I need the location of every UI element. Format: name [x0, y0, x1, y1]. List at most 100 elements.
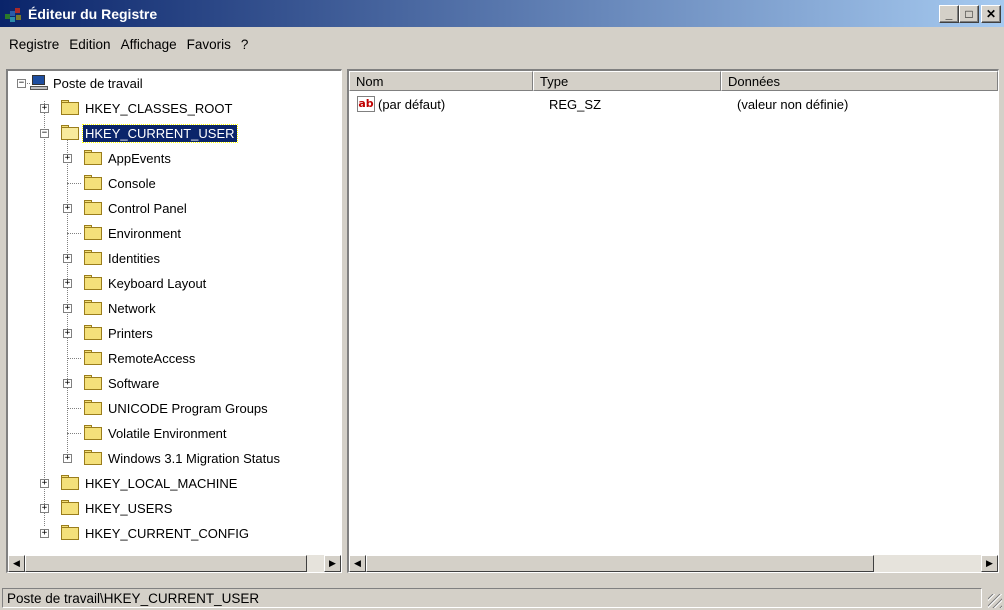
tree-node-appevents[interactable]: + AppEvents	[61, 147, 173, 169]
folder-icon	[83, 150, 103, 166]
collapse-icon[interactable]: −	[17, 79, 26, 88]
tree-label-hklm: HKEY_LOCAL_MACHINE	[85, 475, 238, 491]
tree-label-console: Console	[108, 175, 156, 191]
tree-label-keyboard-layout: Keyboard Layout	[108, 275, 207, 291]
open-folder-icon	[60, 125, 80, 141]
tree-node-environment[interactable]: Environment	[61, 222, 183, 244]
tree-label-remoteaccess: RemoteAccess	[108, 350, 196, 366]
tree-label-windows-migration-status: Windows 3.1 Migration Status	[108, 450, 280, 466]
folder-icon	[60, 500, 80, 516]
column-header-donnees[interactable]: Données	[721, 71, 998, 91]
tree-label-identities: Identities	[108, 250, 161, 266]
value-name: (par défaut)	[378, 96, 446, 112]
scroll-thumb[interactable]	[366, 555, 874, 572]
arrow-left-icon: ◀	[354, 558, 361, 568]
tree-node-remoteaccess[interactable]: RemoteAccess	[61, 347, 197, 369]
menu-favoris[interactable]: Favoris	[183, 37, 235, 52]
status-bar: Poste de travail\HKEY_CURRENT_USER	[0, 584, 1004, 610]
menu-edition[interactable]: Edition	[65, 37, 114, 52]
scroll-thumb[interactable]	[25, 555, 307, 572]
folder-icon	[83, 250, 103, 266]
tree-node-hkey-current-config[interactable]: + HKEY_CURRENT_CONFIG	[38, 522, 251, 543]
folder-icon	[60, 100, 80, 116]
menu-affichage[interactable]: Affichage	[117, 37, 181, 52]
folder-icon	[83, 275, 103, 291]
expand-icon[interactable]: +	[63, 304, 72, 313]
value-type: REG_SZ	[549, 96, 602, 112]
scroll-left-button[interactable]: ◀	[349, 555, 366, 572]
tree-node-hkey-current-user[interactable]: − HKEY_CURRENT_USER	[38, 122, 238, 144]
tree-node-network[interactable]: + Network	[61, 297, 158, 319]
scroll-right-button[interactable]: ▶	[324, 555, 341, 572]
regedit-app-icon	[5, 6, 23, 22]
maximize-icon: □	[965, 7, 973, 21]
scroll-left-button[interactable]: ◀	[8, 555, 25, 572]
value-list-pane[interactable]: Nom Type Données ab (par défaut) REG_SZ …	[347, 69, 999, 573]
tree-node-software[interactable]: + Software	[61, 372, 161, 394]
tree-label-network: Network	[108, 300, 156, 316]
expand-icon[interactable]: +	[63, 279, 72, 288]
value-data: (valeur non définie)	[737, 96, 849, 112]
column-header-nom[interactable]: Nom	[349, 71, 533, 91]
registry-editor-window: Éditeur du Registre _ □ ✕ Registre Editi…	[0, 0, 1004, 610]
folder-icon	[83, 400, 103, 416]
value-row[interactable]: ab (par défaut) REG_SZ (valeur non défin…	[349, 93, 848, 115]
tree-label-printers: Printers	[108, 325, 153, 341]
expand-icon[interactable]: +	[63, 329, 72, 338]
key-tree-pane[interactable]: − Poste de travail + HKEY_CLASSES_ROOT −…	[6, 69, 342, 573]
title-bar[interactable]: Éditeur du Registre _ □ ✕	[0, 0, 1004, 27]
folder-icon	[83, 350, 103, 366]
tree-node-keyboard-layout[interactable]: + Keyboard Layout	[61, 272, 208, 294]
scroll-right-button[interactable]: ▶	[981, 555, 998, 572]
folder-icon	[83, 225, 103, 241]
tree-label-unicode-program-groups: UNICODE Program Groups	[108, 400, 268, 416]
menu-registre[interactable]: Registre	[5, 37, 63, 52]
menu-help[interactable]: ?	[237, 37, 253, 52]
tree-node-volatile-environment[interactable]: Volatile Environment	[61, 422, 229, 444]
tree-node-printers[interactable]: + Printers	[61, 322, 155, 344]
list-horizontal-scrollbar[interactable]: ◀ ▶	[349, 555, 998, 572]
tree-node-hkey-users[interactable]: + HKEY_USERS	[38, 497, 174, 519]
tree-node-hkey-classes-root[interactable]: + HKEY_CLASSES_ROOT	[38, 97, 234, 119]
expand-icon[interactable]: +	[40, 529, 49, 538]
folder-icon	[83, 175, 103, 191]
tree-node-control-panel[interactable]: + Control Panel	[61, 197, 189, 219]
expand-icon[interactable]: +	[63, 154, 72, 163]
expand-icon[interactable]: +	[40, 479, 49, 488]
tree-label-hkcu: HKEY_CURRENT_USER	[82, 123, 238, 143]
tree-node-poste-de-travail[interactable]: − Poste de travail	[8, 72, 145, 94]
expand-icon[interactable]: +	[63, 454, 72, 463]
tree-node-identities[interactable]: + Identities	[61, 247, 162, 269]
expand-icon[interactable]: +	[40, 104, 49, 113]
tree-label-hkcr: HKEY_CLASSES_ROOT	[85, 100, 233, 116]
tree-label-root: Poste de travail	[53, 75, 143, 91]
tree-node-hkey-local-machine[interactable]: + HKEY_LOCAL_MACHINE	[38, 472, 239, 494]
status-path: Poste de travail\HKEY_CURRENT_USER	[2, 588, 982, 608]
arrow-right-icon: ▶	[329, 558, 336, 568]
folder-icon	[60, 525, 80, 541]
tree-label-hku: HKEY_USERS	[85, 500, 173, 516]
collapse-icon[interactable]: −	[40, 129, 49, 138]
column-header-type[interactable]: Type	[533, 71, 721, 91]
tree-node-unicode-program-groups[interactable]: UNICODE Program Groups	[61, 397, 270, 419]
expand-icon[interactable]: +	[63, 379, 72, 388]
folder-icon	[83, 300, 103, 316]
expand-icon[interactable]: +	[40, 504, 49, 513]
tree-horizontal-scrollbar[interactable]: ◀ ▶	[8, 555, 341, 572]
tree-node-console[interactable]: Console	[61, 172, 158, 194]
arrow-left-icon: ◀	[13, 558, 20, 568]
tree-label-software: Software	[108, 375, 160, 391]
folder-icon	[83, 425, 103, 441]
minimize-button[interactable]: _	[939, 5, 959, 23]
close-button[interactable]: ✕	[981, 5, 1001, 23]
tree-label-appevents: AppEvents	[108, 150, 171, 166]
tree-node-windows-migration-status[interactable]: + Windows 3.1 Migration Status	[61, 447, 282, 469]
list-header: Nom Type Données	[349, 71, 998, 91]
folder-icon	[83, 450, 103, 466]
maximize-button[interactable]: □	[959, 5, 979, 23]
tree-label-hkcc: HKEY_CURRENT_CONFIG	[85, 525, 249, 541]
resize-grip-icon[interactable]	[988, 594, 1002, 608]
expand-icon[interactable]: +	[63, 204, 72, 213]
string-value-icon: ab	[357, 96, 375, 112]
expand-icon[interactable]: +	[63, 254, 72, 263]
